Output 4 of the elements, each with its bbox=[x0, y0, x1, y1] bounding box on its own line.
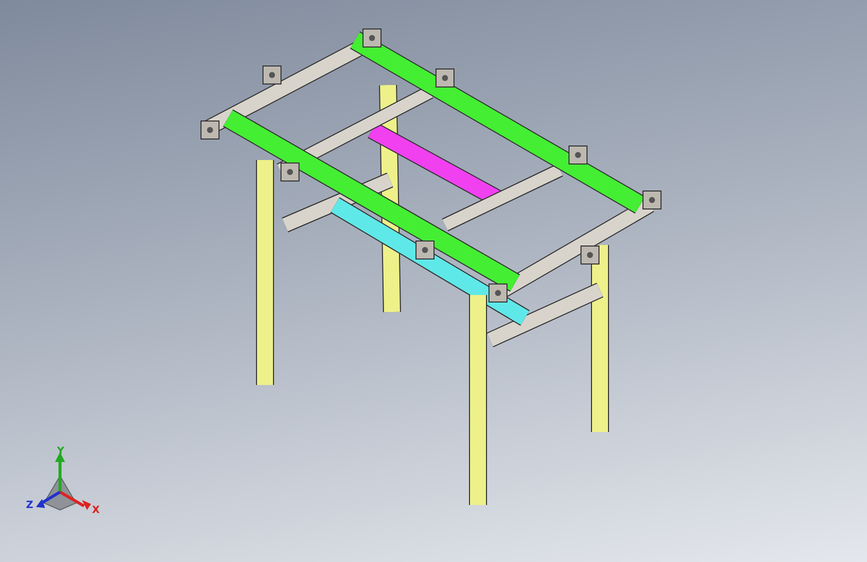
y-axis-label: Y bbox=[57, 446, 64, 457]
x-axis-label: X bbox=[92, 505, 100, 516]
z-axis-label: Z bbox=[26, 500, 34, 511]
axis-triad-drawing bbox=[36, 452, 91, 511]
